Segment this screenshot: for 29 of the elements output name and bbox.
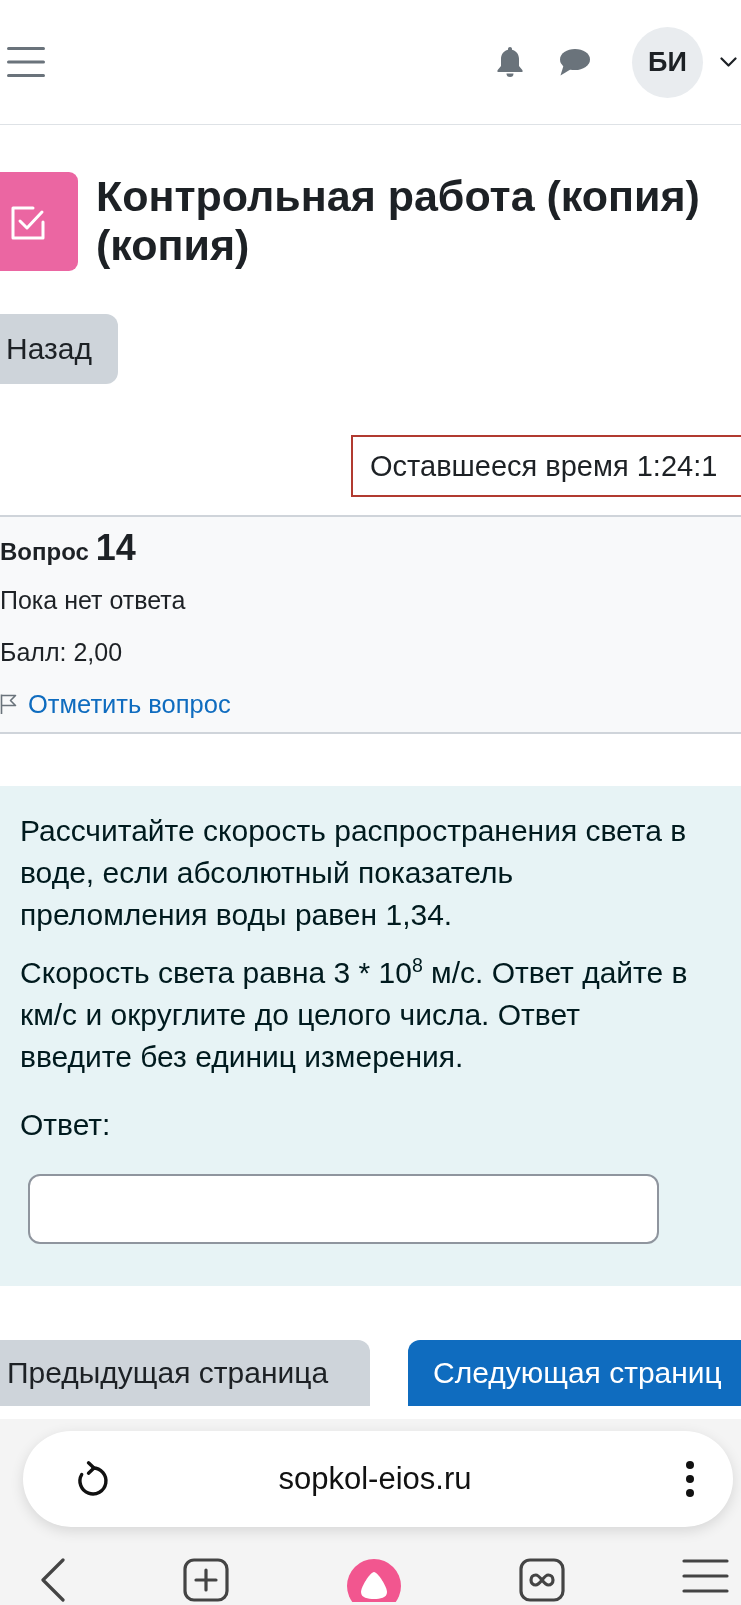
answer-field[interactable] xyxy=(28,1174,659,1244)
chat-icon[interactable] xyxy=(558,48,590,76)
address-bar[interactable]: sopkol-eios.ru xyxy=(23,1431,733,1527)
back-icon[interactable] xyxy=(40,1558,66,1602)
menu-icon[interactable] xyxy=(7,47,45,77)
new-tab-icon[interactable] xyxy=(183,1558,229,1602)
caret-icon[interactable] xyxy=(720,56,737,68)
answer-label: Ответ: xyxy=(20,1107,112,1143)
flag-icon[interactable] xyxy=(0,693,17,715)
user-avatar[interactable]: БИ xyxy=(632,26,703,98)
timer-box: Оставшееся время 1:24:1 xyxy=(351,435,741,497)
question-status: Пока нет ответа xyxy=(0,585,186,615)
bell-icon[interactable] xyxy=(495,46,525,78)
question-text: Скорость света равна 3 * 10$^{8}$ м/с. Ответ дайте в км/с и округлите до целого числа. Ответ введите без единиц измерения. xyxy=(20,953,689,1075)
flag-question-link[interactable]: Отметить вопрос xyxy=(28,689,231,719)
quiz-icon xyxy=(0,172,78,271)
next-page-button[interactable]: Следующая страниц xyxy=(408,1340,741,1406)
quiz-title: Контрольная работа (копия) (копия) xyxy=(96,172,701,270)
more-icon[interactable] xyxy=(685,1460,695,1498)
previous-page-button[interactable]: Предыдущая страница xyxy=(0,1340,370,1406)
question-text: Рассчитайте скорость распространения света в воде, если абсолютный показатель преломления воды равен 1,34. xyxy=(20,813,688,933)
menu-icon[interactable] xyxy=(682,1558,729,1594)
assistant-icon[interactable] xyxy=(346,1558,402,1602)
question-label: Вопрос xyxy=(0,537,89,567)
question-number: 14 xyxy=(95,528,136,568)
url-text: sopkol-eios.ru xyxy=(277,1461,473,1497)
back-button[interactable]: Назад xyxy=(0,314,118,384)
question-grade: Балл: 2,00 xyxy=(0,637,123,667)
infinity-icon[interactable] xyxy=(519,1558,565,1602)
